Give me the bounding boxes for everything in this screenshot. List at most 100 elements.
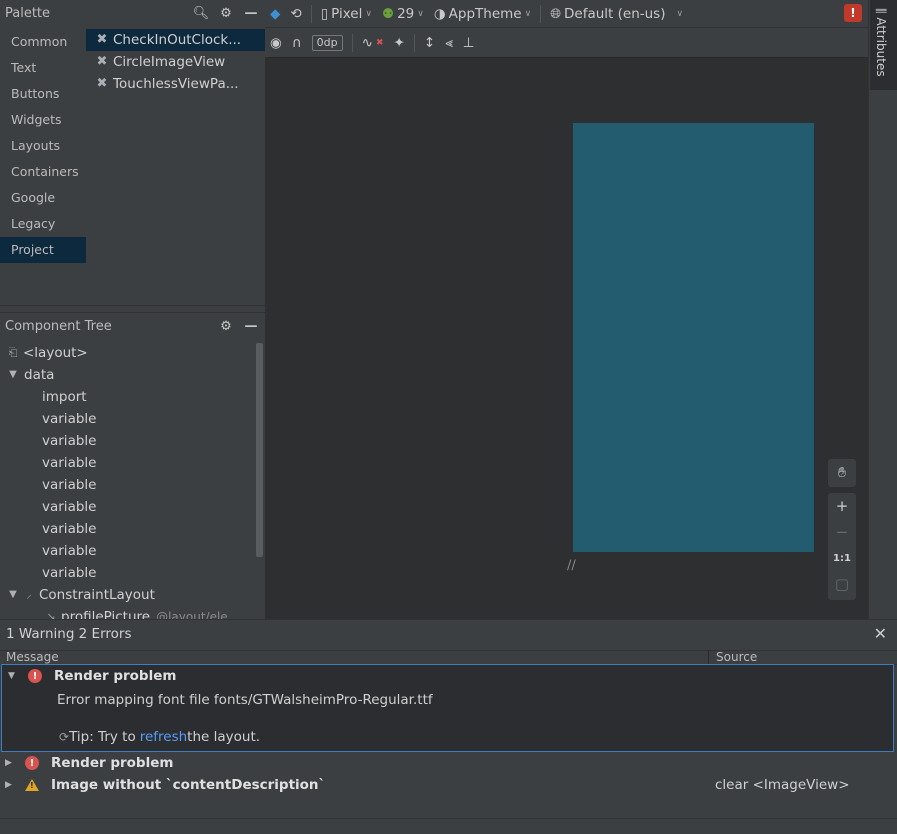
magic-wand-icon: ✦ — [393, 34, 405, 51]
problem-row[interactable]: ▶ ! Image without `contentDescription` — [5, 777, 325, 793]
right-tool-rail — [868, 0, 897, 619]
guideline-icon: ⊥ — [462, 34, 475, 51]
attributes-tab-text: Attributes — [874, 17, 888, 77]
close-icon[interactable]: ✕ — [874, 624, 887, 643]
tree-row-label: variable — [42, 477, 97, 493]
gear-icon[interactable]: ⚙ — [215, 317, 237, 337]
design-surface-button[interactable]: ◆ — [265, 3, 285, 25]
error-indicator-icon[interactable]: ! — [844, 4, 862, 22]
expand-arrow-icon[interactable]: ▼ — [6, 584, 20, 606]
theme-selector[interactable]: ◑ AppTheme ∨ — [429, 3, 536, 25]
tree-row-label: variable — [42, 455, 97, 471]
tree-row[interactable]: variable — [0, 430, 256, 452]
device-preview[interactable] — [573, 123, 814, 552]
guidelines-button[interactable]: ⊥ — [458, 32, 480, 54]
palette-header: Palette 🔍︎ ⚙ — — [0, 0, 265, 27]
zoom-in-button[interactable]: + — [828, 493, 856, 519]
chevron-down-icon: ∨ — [676, 8, 684, 19]
tree-row-label: variable — [42, 521, 97, 537]
palette-category-containers[interactable]: Containers — [0, 159, 86, 185]
palette-category-google[interactable]: Google — [0, 185, 86, 211]
constraint-layout-icon: ⸝ — [26, 588, 32, 601]
chevron-down-icon: ∨ — [524, 8, 532, 19]
orientation-button[interactable]: ⟲ — [285, 3, 306, 25]
theme-icon: ◑ — [433, 5, 446, 22]
problems-title: 1 Warning 2 Errors — [6, 626, 132, 642]
view-options-button[interactable]: ◉ — [265, 32, 287, 54]
expand-arrow-icon[interactable]: ▼ — [8, 671, 20, 681]
tree-row-constraintlayout[interactable]: ▼ ⸝ ConstraintLayout — [0, 584, 256, 606]
autoconnect-button[interactable]: ∩ — [287, 32, 307, 54]
rotate-icon: ⟲ — [290, 5, 302, 22]
tree-row[interactable]: variable — [0, 408, 256, 430]
problem-row-selected[interactable]: ▼ ! Render problem Error mapping font fi… — [1, 664, 894, 752]
minimize-icon[interactable]: — — [240, 317, 262, 337]
component-tree-title: Component Tree — [5, 319, 112, 334]
resize-handle-icon[interactable]: ∕∕ — [567, 558, 587, 574]
palette-category-project[interactable]: Project — [0, 237, 86, 263]
clear-constraints-button[interactable]: ∿ ✖ — [357, 32, 389, 54]
palette-item[interactable]: ✖ CircleImageView — [86, 51, 265, 73]
zoom-actual-size-button[interactable]: 1:1 — [828, 545, 856, 571]
layout-toolbar: ◉ ∩ 0dp ∿ ✖ ✦ ↕ ⪡ ⊥ — [265, 28, 868, 58]
toolbar-separator — [540, 4, 542, 23]
search-icon[interactable]: 🔍︎ — [190, 4, 212, 24]
tree-row-data[interactable]: ▼ data — [0, 364, 256, 386]
tree-row[interactable]: import — [0, 386, 256, 408]
gear-icon[interactable]: ⚙ — [215, 4, 237, 24]
api-level-selector[interactable]: ⚉ 29 ∨ — [377, 3, 429, 25]
tree-row-profilepicture[interactable]: ↘ profilePicture @layout/ele... — [0, 606, 256, 619]
column-header-source[interactable]: Source — [708, 650, 757, 665]
attributes-tab[interactable]: ⫼ Attributes — [870, 0, 897, 90]
theme-label: AppTheme — [448, 5, 522, 22]
zoom-to-fit-icon[interactable]: ▢ — [828, 571, 856, 597]
device-selector[interactable]: ▯ Pixel ∨ — [316, 3, 377, 25]
tree-row[interactable]: variable — [0, 540, 256, 562]
default-margin-button[interactable]: 0dp — [307, 32, 348, 54]
locale-selector[interactable]: 🌐︎ Default (en-us) ∨ — [545, 3, 688, 25]
device-label: Pixel — [331, 5, 363, 22]
expand-arrow-icon[interactable]: ▼ — [6, 364, 20, 386]
include-icon: ↘ — [46, 610, 56, 619]
expand-arrow-icon[interactable]: ▶ — [5, 758, 17, 768]
panel-splitter[interactable] — [0, 305, 265, 313]
tip-suffix: the layout. — [187, 729, 261, 745]
zoom-out-button[interactable]: − — [828, 519, 856, 545]
problem-row[interactable]: ▶ ! Render problem — [5, 755, 173, 771]
palette-category-text[interactable]: Text — [0, 55, 86, 81]
tree-row-label: data — [24, 367, 55, 383]
problem-source[interactable]: clear <ImageView> — [715, 777, 850, 793]
tree-row-layout[interactable]: ⎗ <layout> — [0, 342, 256, 364]
palette-item[interactable]: ✖ CheckInOutClock... — [86, 29, 265, 51]
palette-item[interactable]: ✖ TouchlessViewPa... — [86, 73, 265, 95]
custom-view-icon: ✖ — [96, 76, 108, 91]
attributes-icon: ⫼ — [874, 8, 888, 18]
minimize-icon[interactable]: — — [240, 4, 262, 24]
column-header-message[interactable]: Message — [6, 650, 59, 664]
tree-row[interactable]: variable — [0, 496, 256, 518]
tree-row[interactable]: variable — [0, 518, 256, 540]
tree-row-hint: @layout/ele... — [156, 610, 240, 619]
palette-item-label: CheckInOutClock... — [113, 32, 242, 48]
tree-scrollbar[interactable] — [256, 343, 263, 557]
palette-title: Palette — [5, 6, 51, 21]
align-button[interactable]: ⪡ — [440, 32, 458, 54]
pan-hand-icon[interactable]: ✋︎ — [828, 459, 856, 487]
component-tree-header: Component Tree ⚙ — — [0, 313, 265, 340]
palette-category-legacy[interactable]: Legacy — [0, 211, 86, 237]
tree-row[interactable]: variable — [0, 562, 256, 584]
refresh-link[interactable]: refresh — [140, 729, 187, 745]
problem-row-header[interactable]: ▼ ! Render problem — [8, 668, 176, 684]
palette-category-layouts[interactable]: Layouts — [0, 133, 86, 159]
tree-row[interactable]: variable — [0, 474, 256, 496]
infer-constraints-button[interactable]: ✦ — [389, 32, 410, 54]
layout-tag-icon: ⎗ — [8, 346, 18, 359]
palette-category-buttons[interactable]: Buttons — [0, 81, 86, 107]
palette-category-common[interactable]: Common — [0, 29, 86, 55]
palette-category-widgets[interactable]: Widgets — [0, 107, 86, 133]
tree-row[interactable]: variable — [0, 452, 256, 474]
palette-categories: Common Text Buttons Widgets Layouts Cont… — [0, 29, 86, 263]
layers-icon: ◆ — [270, 5, 281, 22]
pack-button[interactable]: ↕ — [419, 32, 440, 54]
expand-arrow-icon[interactable]: ▶ — [5, 780, 17, 790]
